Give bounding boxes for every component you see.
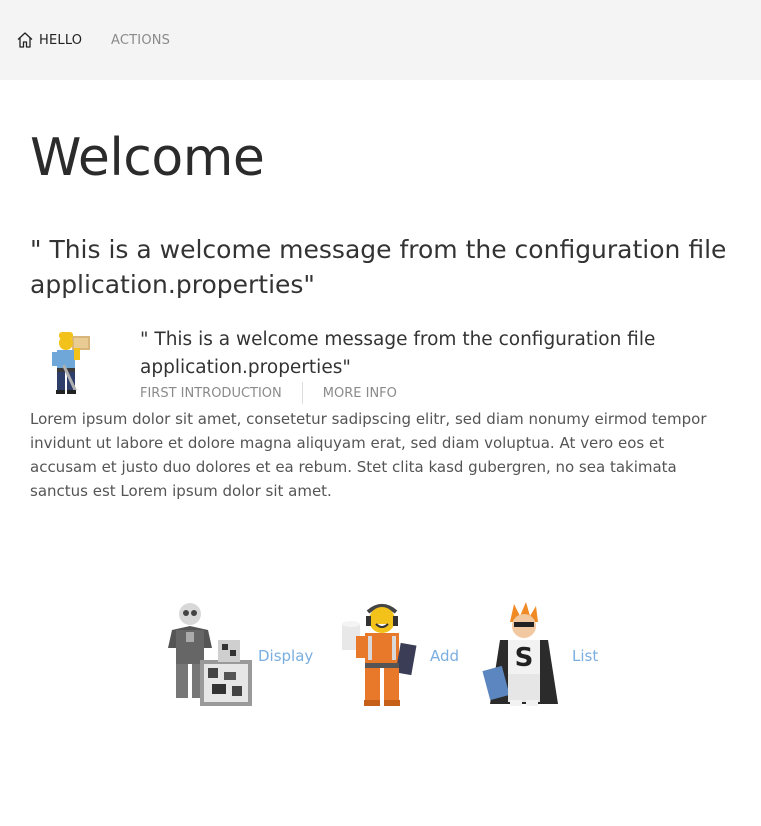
- lego-worker-image: [52, 332, 90, 394]
- display-link[interactable]: Display: [258, 647, 313, 665]
- list-link[interactable]: List: [572, 647, 598, 665]
- lego-superhero-image: S: [482, 601, 558, 706]
- first-introduction-link[interactable]: FIRST INTRODUCTION: [140, 386, 282, 401]
- display-action[interactable]: Display: [166, 598, 313, 713]
- add-link[interactable]: Add: [430, 647, 459, 665]
- svg-text:S: S: [515, 643, 534, 673]
- more-info-link[interactable]: MORE INFO: [323, 386, 397, 401]
- list-action[interactable]: S List: [480, 598, 598, 713]
- welcome-message: " This is a welcome message from the con…: [30, 235, 727, 299]
- nav-hello[interactable]: HELLO: [16, 31, 82, 49]
- lego-builder-image: [342, 603, 417, 706]
- card-links: FIRST INTRODUCTION MORE INFO: [140, 382, 397, 404]
- nav-hello-label: HELLO: [39, 32, 83, 48]
- add-action[interactable]: Add: [338, 598, 459, 713]
- top-nav-bar: HELLO ACTIONS: [0, 0, 761, 80]
- link-divider: [301, 382, 303, 404]
- nav-actions[interactable]: ACTIONS: [111, 33, 170, 48]
- page-title: Welcome: [30, 128, 265, 188]
- home-icon: [17, 32, 33, 48]
- lorem-paragraph: Lorem ipsum dolor sit amet, consetetur s…: [30, 410, 707, 500]
- lego-skeleton-image: [168, 602, 252, 706]
- card-message: " This is a welcome message from the con…: [140, 329, 656, 378]
